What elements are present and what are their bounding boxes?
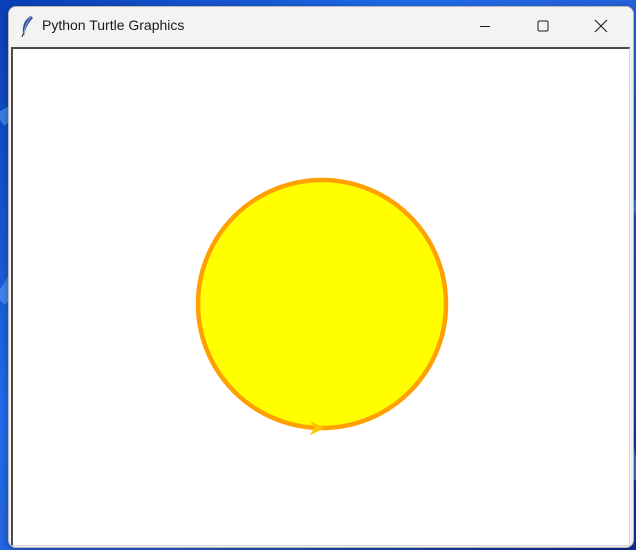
turtle-canvas[interactable]: [13, 49, 629, 545]
close-button[interactable]: [572, 7, 630, 45]
turtle-canvas-frame: [11, 47, 630, 546]
minimize-icon: [480, 26, 490, 27]
maximize-icon: [537, 20, 549, 32]
feather-icon: [21, 16, 33, 37]
window-title: Python Turtle Graphics: [42, 17, 185, 33]
filled-circle: [195, 177, 449, 431]
minimize-button[interactable]: [456, 7, 514, 45]
title-bar[interactable]: Python Turtle Graphics: [9, 7, 633, 45]
maximize-button[interactable]: [514, 7, 572, 45]
close-icon: [594, 19, 608, 33]
turtle-window: Python Turtle Graphics: [8, 6, 634, 548]
